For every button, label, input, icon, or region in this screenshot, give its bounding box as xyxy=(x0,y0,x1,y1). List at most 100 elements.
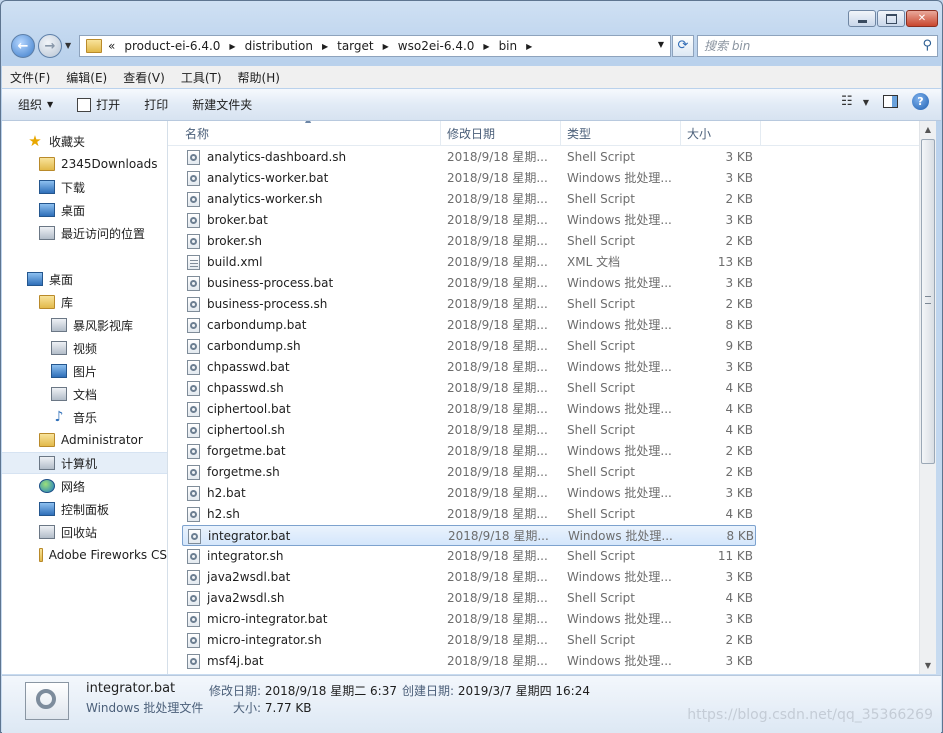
breadcrumb-overflow[interactable]: « xyxy=(108,39,115,53)
preview-pane-icon[interactable] xyxy=(883,95,898,108)
menu-help[interactable]: 帮助(H) xyxy=(230,69,288,86)
nav-item[interactable]: ♪ 音乐 xyxy=(2,406,167,428)
file-row[interactable]: broker.bat 2018/9/18 星期... Windows 批处理... 3… xyxy=(182,210,756,231)
file-name: broker.bat xyxy=(207,213,268,227)
nav-item[interactable]: 视频 xyxy=(2,337,167,359)
menu-file[interactable]: 文件(F) xyxy=(2,69,58,86)
column-name[interactable]: 名称 xyxy=(179,121,441,145)
file-row[interactable]: h2.bat 2018/9/18 星期... Windows 批处理... 3 KB xyxy=(182,483,756,504)
refresh-button[interactable]: ⟳ xyxy=(672,35,694,57)
watermark: https://blog.csdn.net/qq_35366269 xyxy=(687,707,933,723)
file-row[interactable]: carbondump.sh 2018/9/18 星期... Shell Script… xyxy=(182,336,756,357)
nav-item-label: 网络 xyxy=(61,479,86,494)
open-button[interactable]: 打开 xyxy=(69,93,128,117)
menu-view[interactable]: 查看(V) xyxy=(115,69,173,86)
file-row[interactable]: ciphertool.sh 2018/9/18 星期... Shell Script… xyxy=(182,420,756,441)
file-row[interactable]: micro-integrator.sh 2018/9/18 星期... Shell … xyxy=(182,630,756,651)
file-row[interactable]: micro-integrator.bat 2018/9/18 星期... Windo… xyxy=(182,609,756,630)
help-icon[interactable]: ? xyxy=(912,93,929,110)
desktop-icon xyxy=(27,272,43,286)
scroll-thumb[interactable] xyxy=(921,139,935,464)
file-row[interactable]: business-process.sh 2018/9/18 星期... Shell … xyxy=(182,294,756,315)
file-row[interactable]: chpasswd.bat 2018/9/18 星期... Windows 批处理..… xyxy=(182,357,756,378)
menu-tools[interactable]: 工具(T) xyxy=(173,69,230,86)
print-button[interactable]: 打印 xyxy=(136,93,176,117)
nav-item[interactable]: Adobe Fireworks CS xyxy=(2,544,167,566)
maximize-button[interactable] xyxy=(877,10,905,27)
music-icon: ♪ xyxy=(54,409,64,425)
nav-item-label: 桌面 xyxy=(61,203,86,218)
file-row[interactable]: broker.sh 2018/9/18 星期... Shell Script 2 KB xyxy=(182,231,756,252)
nav-item[interactable]: 回收站 xyxy=(2,521,167,543)
file-row[interactable]: analytics-worker.bat 2018/9/18 星期... Windo… xyxy=(182,168,756,189)
breadcrumb-separator-icon[interactable]: ▶ xyxy=(229,42,235,51)
chevron-down-icon: ▼ xyxy=(862,98,869,107)
file-row[interactable]: h2.sh 2018/9/18 星期... Shell Script 4 KB xyxy=(182,504,756,525)
file-row[interactable]: forgetme.sh 2018/9/18 星期... Shell Script 2 … xyxy=(182,462,756,483)
nav-item[interactable]: 网络 xyxy=(2,475,167,497)
file-row[interactable]: analytics-dashboard.sh 2018/9/18 星期... She… xyxy=(182,147,756,168)
back-button[interactable]: ← xyxy=(11,34,35,58)
nav-item[interactable]: 图片 xyxy=(2,360,167,382)
scroll-up-icon[interactable]: ▲ xyxy=(920,121,936,138)
navigation-row: ← → ▼ « product-ei-6.4.0 ▶ distribution … xyxy=(9,34,938,60)
breadcrumb-item[interactable]: distribution xyxy=(245,39,313,53)
breadcrumb-item[interactable]: wso2ei-6.4.0 xyxy=(398,39,475,53)
nav-item[interactable]: 控制面板 xyxy=(2,498,167,520)
search-input[interactable]: 搜索 bin ⚲ xyxy=(697,35,938,57)
nav-item[interactable]: 2345Downloads xyxy=(2,153,167,175)
minimize-button[interactable] xyxy=(848,10,876,27)
menu-edit[interactable]: 编辑(E) xyxy=(58,69,115,86)
breadcrumb-separator-icon[interactable]: ▶ xyxy=(322,42,328,51)
address-history-dropdown[interactable]: ▼ xyxy=(658,40,664,49)
file-row[interactable]: msf4j.bat 2018/9/18 星期... Windows 批处理... 3 … xyxy=(182,651,756,672)
nav-item[interactable]: Administrator xyxy=(2,429,167,451)
file-row[interactable]: java2wsdl.bat 2018/9/18 星期... Windows 批处理.… xyxy=(182,567,756,588)
details-size-value: 7.77 KB xyxy=(264,701,312,715)
breadcrumb-separator-icon[interactable]: ▶ xyxy=(483,42,489,51)
file-row[interactable]: integrator.sh 2018/9/18 星期... Shell Script… xyxy=(182,546,756,567)
column-type[interactable]: 类型 xyxy=(561,121,681,145)
file-date: 2018/9/18 星期... xyxy=(447,633,548,647)
nav-item[interactable]: 文档 xyxy=(2,383,167,405)
nav-item[interactable]: 最近访问的位置 xyxy=(2,222,167,244)
file-row[interactable]: java2wsdl.sh 2018/9/18 星期... Shell Script 4… xyxy=(182,588,756,609)
nav-item[interactable]: 暴风影视库 xyxy=(2,314,167,336)
file-size: 4 KB xyxy=(725,381,753,395)
file-row[interactable]: forgetme.bat 2018/9/18 星期... Windows 批处理..… xyxy=(182,441,756,462)
address-bar[interactable]: « product-ei-6.4.0 ▶ distribution ▶ targ… xyxy=(79,35,671,57)
change-view-button[interactable]: ☷ ▼ xyxy=(841,94,869,109)
file-type: Windows 批处理... xyxy=(567,360,672,374)
nav-item[interactable]: 桌面 xyxy=(2,268,167,290)
nav-item[interactable]: 计算机 xyxy=(2,452,167,474)
file-row[interactable]: analytics-worker.sh 2018/9/18 星期... Shell … xyxy=(182,189,756,210)
nav-item[interactable]: 下载 xyxy=(2,176,167,198)
recent-pages-dropdown[interactable]: ▼ xyxy=(65,41,71,50)
breadcrumb-item[interactable]: target xyxy=(337,39,374,53)
file-row[interactable]: chpasswd.sh 2018/9/18 星期... Shell Script 4 … xyxy=(182,378,756,399)
vertical-scrollbar[interactable]: ▲ ▼ xyxy=(919,121,936,674)
close-button[interactable]: ✕ xyxy=(906,10,938,27)
caption-buttons: ✕ xyxy=(847,10,938,27)
search-icon[interactable]: ⚲ xyxy=(922,36,932,56)
file-row[interactable]: ciphertool.bat 2018/9/18 星期... Windows 批处理… xyxy=(182,399,756,420)
scroll-down-icon[interactable]: ▼ xyxy=(920,657,936,674)
file-row[interactable]: carbondump.bat 2018/9/18 星期... Windows 批处理… xyxy=(182,315,756,336)
pictures-icon xyxy=(51,364,67,378)
file-row[interactable]: build.xml 2018/9/18 星期... XML 文档 13 KB xyxy=(182,252,756,273)
nav-item[interactable]: 桌面 xyxy=(2,199,167,221)
breadcrumb-separator-icon[interactable]: ▶ xyxy=(526,42,532,51)
nav-item[interactable]: ★ 收藏夹 xyxy=(2,130,167,152)
breadcrumb-item[interactable]: product-ei-6.4.0 xyxy=(124,39,220,53)
breadcrumb-separator-icon[interactable]: ▶ xyxy=(383,42,389,51)
file-row[interactable]: integrator.bat 2018/9/18 星期... Windows 批处理… xyxy=(182,525,756,546)
new-folder-button[interactable]: 新建文件夹 xyxy=(184,93,260,117)
file-row[interactable]: business-process.bat 2018/9/18 星期... Windo… xyxy=(182,273,756,294)
file-size: 9 KB xyxy=(725,339,753,353)
column-size[interactable]: 大小 xyxy=(681,121,761,145)
breadcrumb-item[interactable]: bin xyxy=(499,39,518,53)
column-date[interactable]: 修改日期 xyxy=(441,121,561,145)
forward-button[interactable]: → xyxy=(38,34,62,58)
organize-button[interactable]: 组织 ▼ xyxy=(10,93,61,117)
nav-item[interactable]: 库 xyxy=(2,291,167,313)
